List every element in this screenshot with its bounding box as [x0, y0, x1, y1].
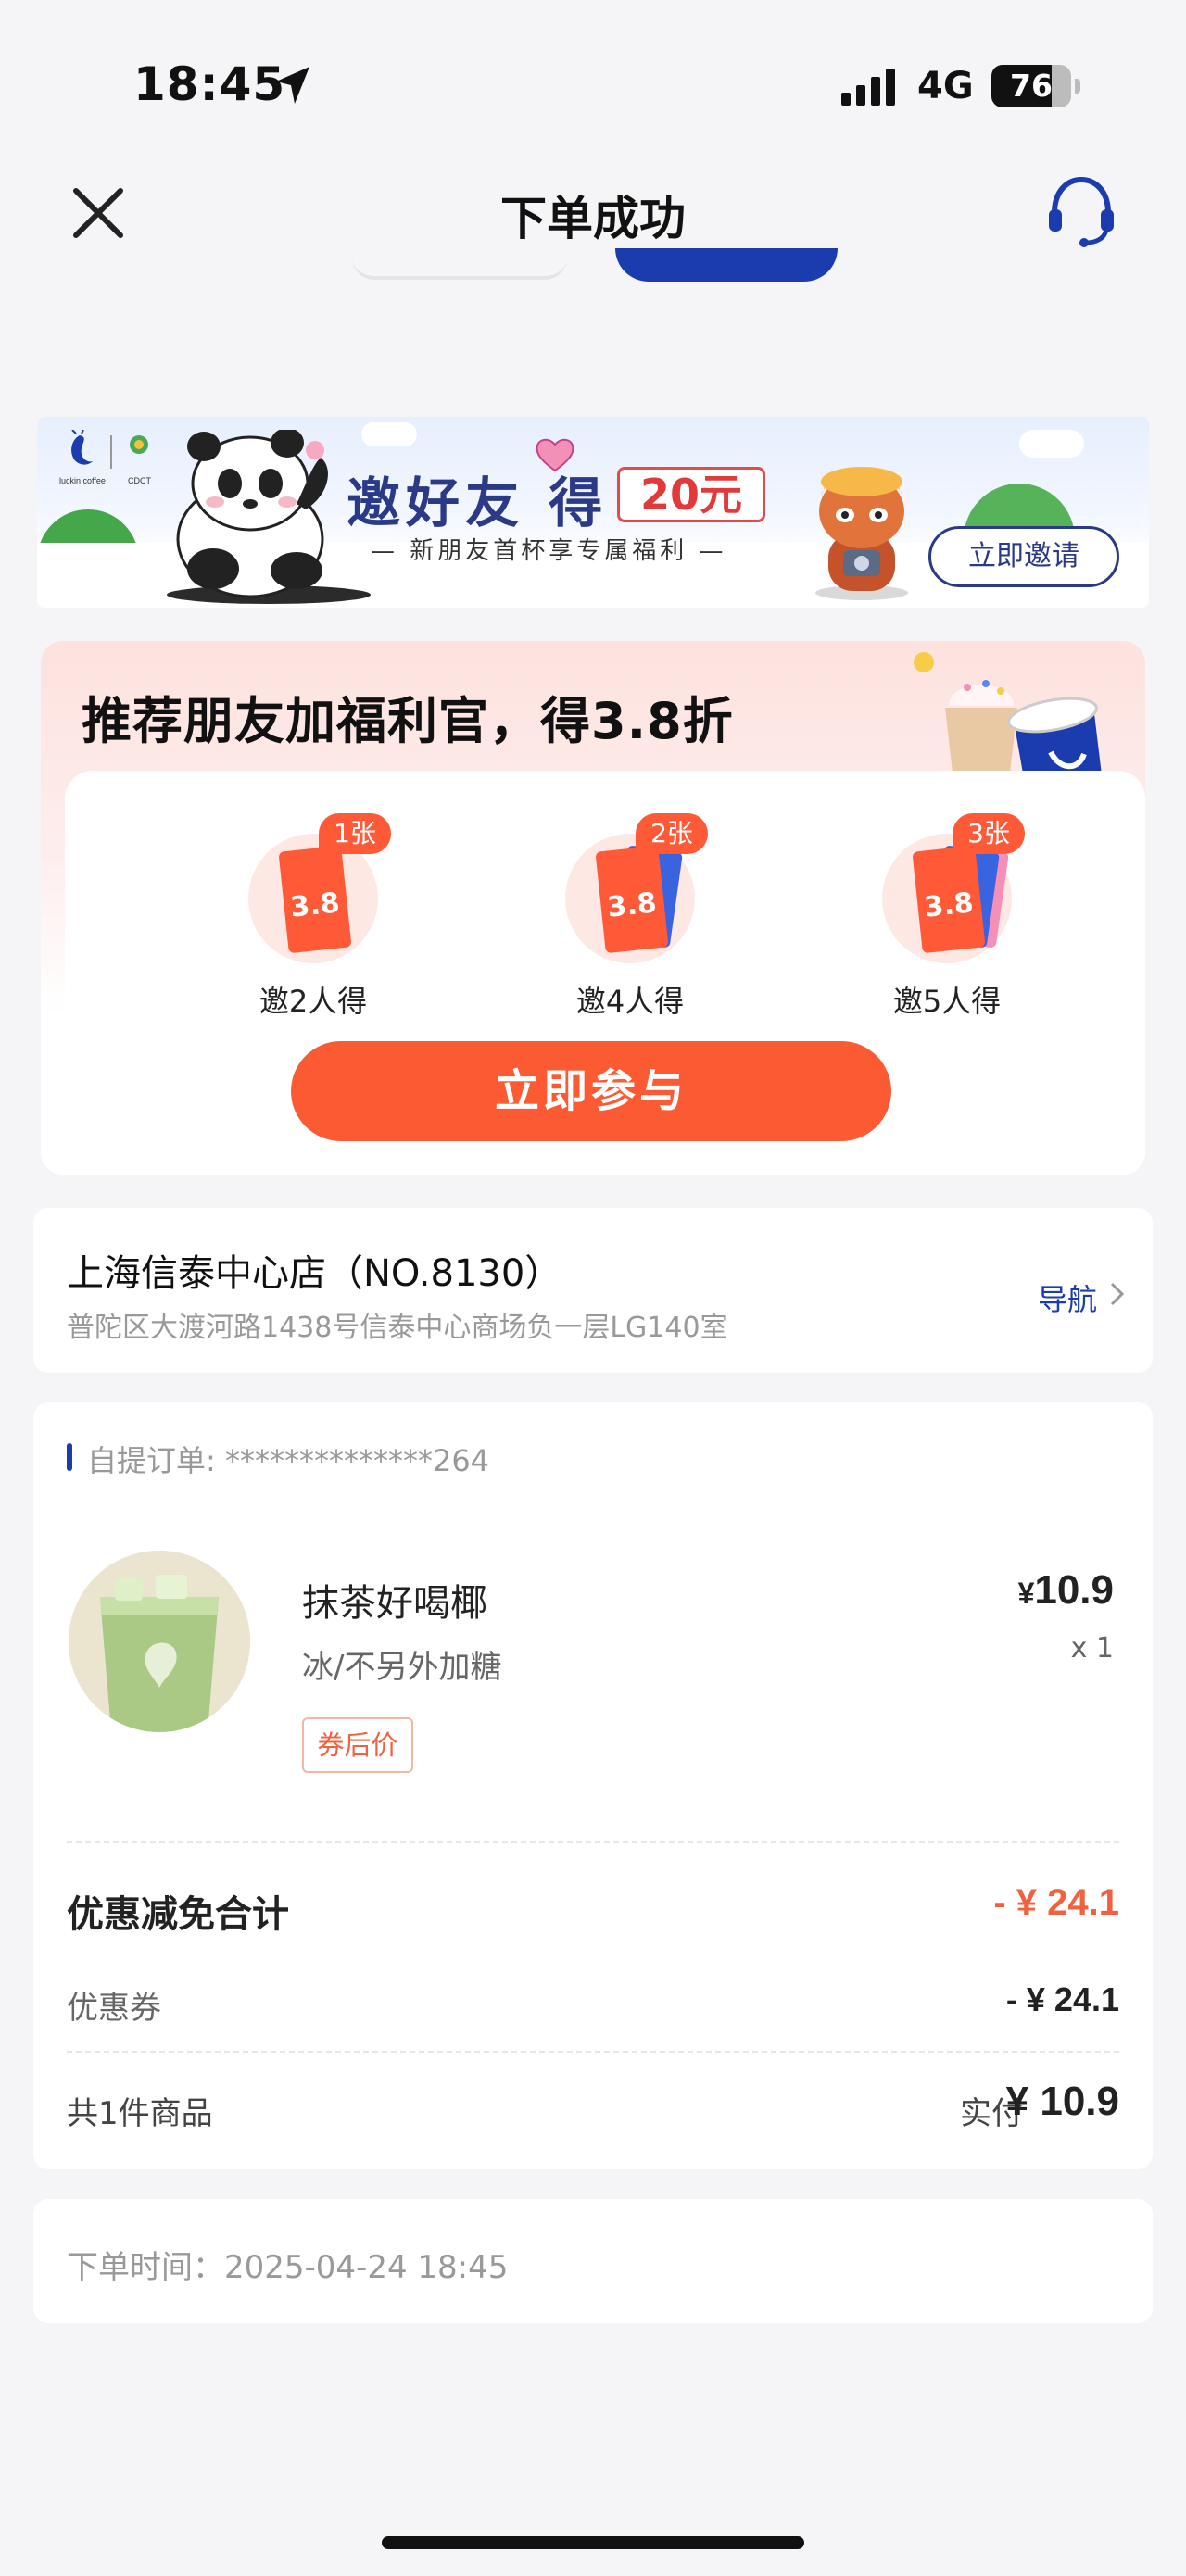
network-type: 4G: [917, 65, 974, 107]
brand-logo-text: luckin coffee: [59, 476, 106, 485]
coupon-value: - ¥ 24.1: [1005, 1980, 1119, 2018]
page-title: 下单成功: [500, 192, 686, 245]
coupon-condition: 邀4人得: [575, 984, 685, 1019]
battery-percent: 76: [1010, 68, 1053, 104]
invite-amount: 20元: [639, 470, 742, 520]
recommend-card: 推荐朋友加福利官，得3.8折 3.8 1张 邀2人得 3.8 2张 邀4人得 3…: [41, 641, 1145, 1175]
coupon-count-badge: 1张: [319, 813, 391, 854]
headset-icon[interactable]: [1045, 174, 1117, 248]
status-time: 18:45: [133, 57, 286, 111]
coupon-value: 3.8: [605, 886, 659, 924]
product-price: ¥10.9: [1018, 1567, 1114, 1614]
discount-total-label: 优惠减免合计: [67, 1893, 289, 1936]
recommend-title: 推荐朋友加福利官，得3.8折: [82, 692, 734, 750]
invite-amount-box: 20元: [617, 467, 765, 522]
discount-total-value: - ¥ 24.1: [993, 1882, 1119, 1923]
home-indicator[interactable]: [382, 2536, 804, 2549]
order-time-card: 下单时间：2025-04-24 18:45: [33, 2199, 1153, 2323]
coupon-label: 优惠券: [67, 1990, 161, 2027]
currency-symbol: ¥: [1017, 1577, 1035, 1610]
invite-banner[interactable]: luckin coffee CDCT 邀好友 得 20元 — 新朋友首杯享专属福…: [37, 417, 1149, 608]
divider: [67, 2051, 1119, 2053]
coupon-count-badge: 3张: [953, 813, 1025, 854]
coupon-value: 3.8: [288, 886, 342, 924]
product-spec: 冰/不另外加糖: [302, 1649, 502, 1686]
store-address: 普陀区大渡河路1438号信泰中心商场负一层LG140室: [67, 1312, 728, 1344]
coupon-condition: 邀5人得: [892, 984, 1002, 1019]
tab-indicator-active: [615, 248, 838, 282]
coupon-value: 3.8: [922, 886, 976, 924]
product-name: 抹茶好喝椰: [302, 1582, 487, 1625]
coupon-reward-2: 3.8 2张 邀4人得: [521, 797, 725, 1019]
join-now-button[interactable]: 立即参与: [291, 1041, 891, 1141]
tab-indicator-inactive: [352, 258, 567, 280]
coupon-count-badge: 2张: [636, 813, 708, 854]
invite-subtitle: — 新朋友首杯享专属福利 —: [371, 537, 727, 565]
product-image: [69, 1551, 250, 1732]
order-number: 自提订单: **************264: [87, 1443, 490, 1478]
location-arrow-icon: [276, 67, 309, 104]
invite-title: 邀好友 得: [347, 471, 609, 534]
chevron-right-icon[interactable]: [1108, 1280, 1127, 1308]
coupon-condition: 邀2人得: [259, 984, 368, 1019]
invite-now-button[interactable]: 立即邀请: [928, 526, 1119, 587]
order-time: 下单时间：2025-04-24 18:45: [67, 2249, 509, 2286]
order-card: 自提订单: **************264 抹茶好喝椰 冰/不另外加糖 券后…: [33, 1402, 1153, 2169]
price-tag: 券后价: [302, 1717, 413, 1773]
battery-icon: 76: [991, 65, 1080, 107]
store-name: 上海信泰中心店（NO.8130）: [67, 1252, 562, 1295]
paid-value: ¥ 10.9: [1005, 2079, 1119, 2124]
price-value: 10.9: [1034, 1567, 1114, 1613]
item-count: 共1件商品: [67, 2095, 213, 2132]
divider: [67, 1841, 1119, 1843]
product-quantity: x 1: [1070, 1632, 1114, 1665]
panda-illustration: [167, 430, 371, 604]
coupon-reward-1: 3.8 1张 邀2人得: [204, 797, 408, 1019]
navigate-link[interactable]: 导航: [1038, 1276, 1097, 1319]
coupon-reward-3: 3.8 3张 邀5人得: [838, 797, 1041, 1019]
order-accent-bar: [67, 1443, 72, 1471]
store-card: 上海信泰中心店（NO.8130） 普陀区大渡河路1438号信泰中心商场负一层LG…: [33, 1208, 1153, 1373]
signal-icon: [841, 69, 895, 106]
red-panda-illustration: [815, 467, 908, 600]
